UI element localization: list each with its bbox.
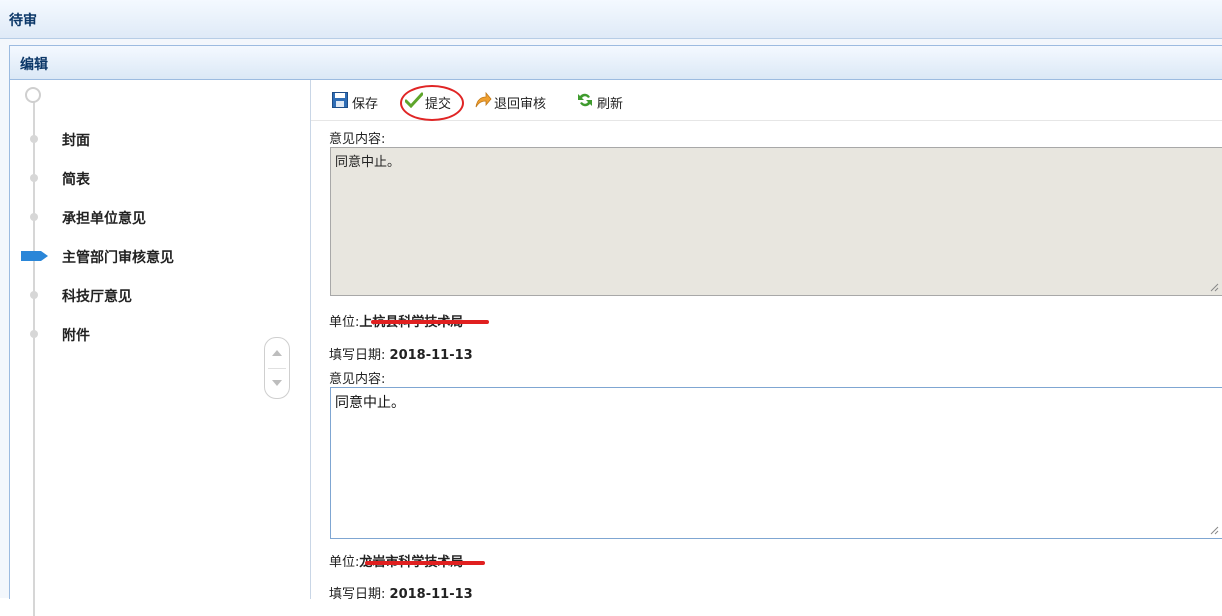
window-title: 待审 (9, 13, 37, 29)
sidebar-item-unit-opinion[interactable]: 承担单位意见 (10, 206, 300, 228)
unit-label: 单位: (329, 315, 360, 330)
sidebar-item-label: 承担单位意见 (62, 211, 146, 227)
caret-down-icon (272, 380, 282, 386)
resize-grip-icon (1210, 283, 1219, 292)
toolbar: 保存 提交 退回审核 刷新 (311, 80, 1222, 121)
return-arrow-icon (475, 92, 492, 108)
panel-header: 编辑 (10, 46, 1222, 80)
date-value: 2018-11-13 (389, 587, 473, 602)
refresh-label: 刷新 (597, 97, 624, 112)
opinion-text: 同意中止。 (335, 395, 405, 411)
timeline-dot-icon (30, 291, 38, 299)
timeline-dot-icon (30, 213, 38, 221)
opinion-textarea-readonly: 同意中止。 (330, 147, 1222, 296)
save-icon (332, 92, 348, 108)
active-arrow-icon (21, 251, 48, 261)
window-body: 编辑 封面 简表 承担单位意见 主管部门审核意见 科技厅意见 附件 保存 提交 … (0, 39, 1222, 616)
sidebar-scroll-control (264, 337, 290, 399)
sidebar-item-dept-review[interactable]: 主管部门审核意见 (10, 245, 300, 267)
return-review-label: 退回审核 (494, 97, 547, 112)
refresh-button[interactable]: 刷新 (577, 92, 637, 112)
sidebar-item-summary[interactable]: 简表 (10, 167, 300, 189)
annotation-circle (400, 85, 464, 121)
save-label: 保存 (352, 97, 379, 112)
timeline-dot-icon (30, 174, 38, 182)
opinion-content-label: 意见内容: (329, 372, 386, 387)
return-review-button[interactable]: 退回审核 (474, 92, 564, 112)
redaction-strike (365, 561, 485, 565)
scroll-up-button[interactable] (265, 338, 289, 368)
sidebar-item-label: 科技厅意见 (62, 289, 132, 305)
refresh-icon (578, 93, 592, 107)
edit-panel: 编辑 封面 简表 承担单位意见 主管部门审核意见 科技厅意见 附件 保存 提交 … (9, 45, 1222, 616)
date-value: 2018-11-13 (389, 348, 473, 363)
sidebar-item-label: 封面 (62, 133, 90, 149)
date-label: 填写日期: (329, 348, 386, 363)
sidebar-item-label: 主管部门审核意见 (62, 250, 174, 266)
date-row: 填写日期: 2018-11-13 (329, 344, 473, 363)
sidebar: 封面 简表 承担单位意见 主管部门审核意见 科技厅意见 附件 (10, 80, 311, 616)
date-row: 填写日期: 2018-11-13 (329, 583, 473, 602)
sidebar-item-tech-dept-opinion[interactable]: 科技厅意见 (10, 284, 300, 306)
timeline-start-icon (25, 87, 41, 103)
caret-up-icon (272, 350, 282, 356)
sidebar-item-label: 附件 (62, 328, 90, 344)
timeline-dot-icon (30, 330, 38, 338)
sidebar-item-attachments[interactable]: 附件 (10, 323, 300, 345)
unit-label: 单位: (329, 555, 360, 570)
scroll-down-button[interactable] (265, 368, 289, 398)
sidebar-item-cover[interactable]: 封面 (10, 128, 300, 150)
sidebar-item-label: 简表 (62, 172, 90, 188)
date-label: 填写日期: (329, 587, 386, 602)
save-button[interactable]: 保存 (332, 92, 392, 112)
main-content: 保存 提交 退回审核 刷新 意见内容: 同意中止。 单位: 填写日期: 2018… (311, 80, 1222, 602)
opinion-content-label: 意见内容: (329, 132, 386, 147)
opinion-textarea[interactable]: 同意中止。 (330, 387, 1222, 539)
timeline-dot-icon (30, 135, 38, 143)
opinion-text: 同意中止。 (335, 155, 401, 170)
window-header: 待审 (0, 0, 1222, 39)
resize-grip-icon[interactable] (1210, 526, 1219, 535)
redaction-strike (371, 320, 489, 324)
panel-title: 编辑 (20, 57, 48, 73)
